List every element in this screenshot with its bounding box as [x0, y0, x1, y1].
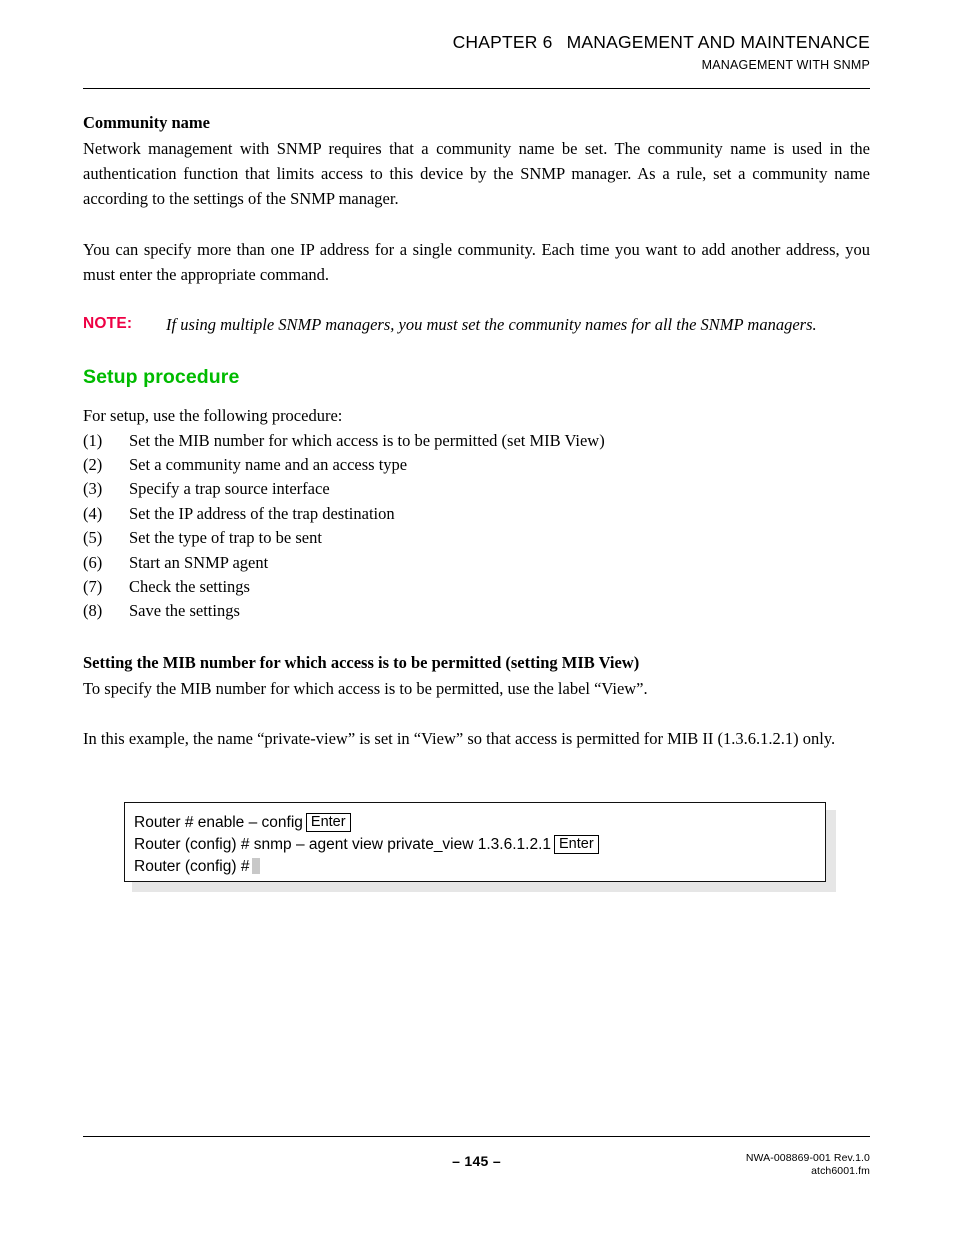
mib-paragraph-2: In this example, the name “private-view”…: [83, 729, 836, 748]
list-item-number: (3): [83, 479, 103, 499]
list-item: (8) Save the settings: [83, 599, 870, 623]
list-item-label: Set a community name and an access type: [129, 454, 408, 474]
setup-steps-list: (1) Set the MIB number for which access i…: [83, 429, 870, 624]
document-id-block: NWA-008869-001 Rev.1.0 atch6001.fm: [746, 1152, 870, 1178]
list-item-number: (6): [83, 552, 103, 572]
console-line-2-text: Router (config) # snmp – agent view priv…: [134, 836, 552, 853]
page-content: Community name Network management with S…: [83, 110, 870, 751]
list-item-label: Start an SNMP agent: [129, 552, 269, 572]
setup-procedure-heading: Setup procedure: [83, 366, 240, 389]
list-item: (1) Set the MIB number for which access i…: [83, 429, 870, 453]
header-chapter-line: CHAPTER 6 MANAGEMENT AND MAINTENANCE: [83, 32, 870, 54]
note-block: NOTE: If using multiple SNMP managers, y…: [83, 312, 870, 337]
page-footer: – 145 – NWA-008869-001 Rev.1.0 atch6001.…: [83, 1150, 870, 1200]
enter-key-badge: Enter: [554, 835, 599, 854]
header-chapter-label: CHAPTER 6: [452, 32, 553, 52]
console-lines: Router # enable – config Enter Router (co…: [134, 812, 599, 878]
list-item: (3) Specify a trap source interface: [83, 477, 870, 501]
footer-rule: [83, 1136, 870, 1137]
list-item-label: Set the MIB number for which access is t…: [129, 430, 605, 450]
enter-key-badge: Enter: [305, 813, 351, 832]
list-item: (4) Set the IP address of the trap destin…: [83, 502, 870, 526]
list-item-number: (4): [83, 503, 103, 523]
list-item: (7) Check the settings: [83, 575, 870, 599]
console-line-3-text: Router (config) #: [134, 858, 250, 875]
list-item-number: (5): [83, 528, 103, 548]
list-item: (5) Set the type of trap to be sent: [83, 526, 870, 550]
console-line-1-text: Router # enable – config: [134, 814, 303, 831]
console-line-3: Router (config) #: [134, 856, 599, 878]
note-text: If using multiple SNMP managers, you mus…: [166, 314, 817, 334]
list-item-number: (2): [83, 454, 103, 474]
list-item-number: (7): [83, 576, 103, 596]
console-line-1: Router # enable – config Enter: [134, 812, 599, 834]
document-id: NWA-008869-001 Rev.1.0: [745, 1152, 870, 1164]
list-item-label: Set the type of trap to be sent: [129, 528, 322, 548]
header-chapter-title: MANAGEMENT AND MAINTENANCE: [566, 32, 870, 52]
page-header: CHAPTER 6 MANAGEMENT AND MAINTENANCE MANA…: [83, 32, 870, 73]
community-name-heading: Community name: [83, 113, 210, 132]
list-item-label: Set the IP address of the trap destinati…: [129, 503, 395, 523]
list-item-number: (1): [83, 430, 103, 450]
console-example: Router # enable – config Enter Router (co…: [124, 802, 836, 892]
text-cursor-icon: [252, 858, 261, 874]
note-label: NOTE:: [83, 314, 133, 332]
mib-view-heading: Setting the MIB number for which access …: [83, 652, 640, 672]
list-item-label: Save the settings: [129, 601, 240, 621]
mib-paragraph-1: To specify the MIB number for which acce…: [83, 678, 648, 698]
setup-intro-text: For setup, use the following procedure:: [83, 406, 343, 426]
list-item-label: Check the settings: [129, 576, 250, 596]
community-paragraph-2: You can specify more than one IP address…: [83, 239, 870, 284]
community-paragraph-1: Network management with SNMP requires th…: [83, 139, 870, 209]
list-item: (2) Set a community name and an access ty…: [83, 453, 870, 477]
header-rule: [83, 88, 870, 89]
header-subtitle: MANAGEMENT WITH SNMP: [701, 57, 870, 72]
list-item: (6) Start an SNMP agent: [83, 551, 870, 575]
console-line-2: Router (config) # snmp – agent view priv…: [134, 834, 599, 856]
list-item-label: Specify a trap source interface: [129, 479, 330, 499]
list-item-number: (8): [83, 601, 103, 621]
source-file-name: atch6001.fm: [811, 1165, 870, 1177]
